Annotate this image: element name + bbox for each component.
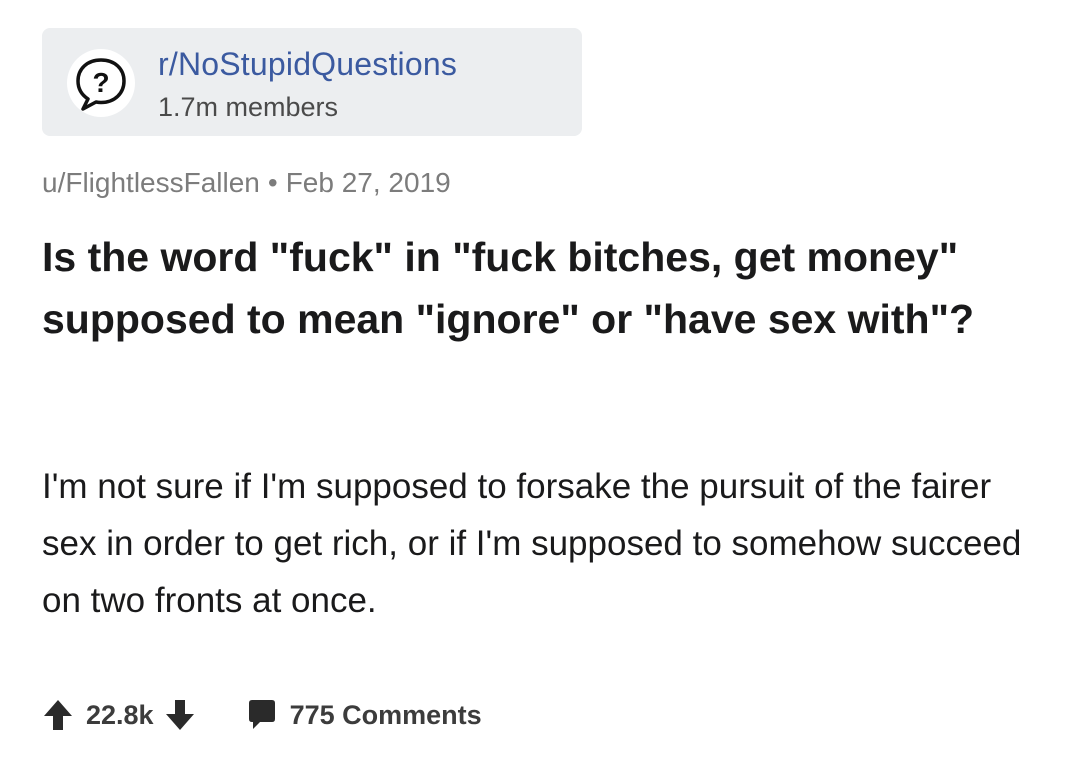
comment-count: 775 Comments: [289, 699, 482, 730]
community-name[interactable]: r/NoStupidQuestions: [158, 45, 457, 83]
comments-button[interactable]: 775 Comments: [246, 697, 482, 733]
post-date: Feb 27, 2019: [285, 167, 451, 198]
question-bubble-icon: ?: [67, 49, 135, 117]
community-card[interactable]: ? r/NoStupidQuestions 1.7m members: [42, 28, 582, 136]
post-title[interactable]: Is the word "fuck" in "fuck bitches, get…: [42, 226, 1002, 350]
post-meta: u/FlightlessFallen • Feb 27, 2019: [42, 166, 451, 200]
arrow-down-icon[interactable]: [164, 697, 196, 733]
arrow-up-icon[interactable]: [42, 697, 74, 733]
post-body: I'm not sure if I'm supposed to forsake …: [42, 467, 1022, 620]
vote-count: 22.8k: [86, 699, 154, 730]
action-bar: 22.8k 775 Comments: [42, 690, 482, 740]
community-members: 1.7m members: [158, 92, 339, 122]
comment-bubble-icon: [248, 700, 275, 729]
meta-separator: •: [267, 167, 278, 198]
svg-text:?: ?: [92, 67, 109, 98]
post-author[interactable]: u/FlightlessFallen: [42, 167, 260, 198]
